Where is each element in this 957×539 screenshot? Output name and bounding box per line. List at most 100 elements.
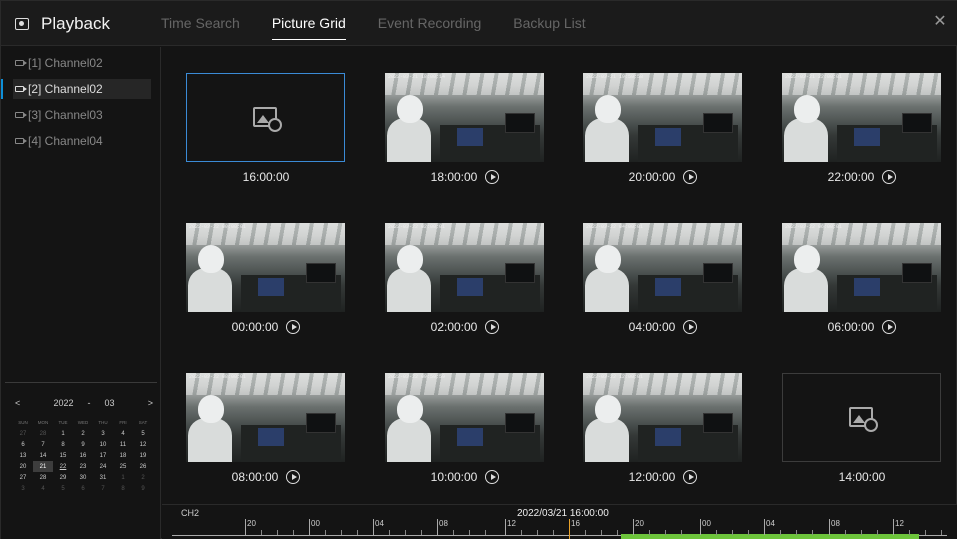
calendar-month[interactable]: 03	[105, 398, 115, 408]
snapshot-thumbnail[interactable]: 2022-03-22 09:59:59	[385, 373, 544, 462]
snapshot-time: 16:00:00	[242, 170, 290, 184]
calendar-day[interactable]: 11	[113, 439, 133, 450]
calendar-day[interactable]: 27	[13, 428, 33, 439]
page-title: Playback	[41, 14, 110, 33]
calendar-day[interactable]: 15	[53, 450, 73, 461]
calendar: < 2022 - 03 > SUN MON TUE WED THU FRI SAT 27 28 1…	[13, 395, 155, 494]
play-icon[interactable]	[485, 470, 500, 484]
calendar-weekday: THU	[98, 420, 108, 425]
snapshot-thumbnail[interactable]: 2022-03-22 06:00:01	[782, 223, 941, 312]
play-icon[interactable]	[683, 320, 698, 334]
calendar-day[interactable]: 25	[113, 461, 133, 472]
calendar-day[interactable]: 2	[133, 472, 153, 483]
tab-backup-list[interactable]: Backup List	[497, 1, 601, 46]
calendar-day[interactable]: 28	[33, 472, 53, 483]
calendar-day[interactable]: 30	[73, 472, 93, 483]
snapshot-thumbnail[interactable]: 2022-03-21 22:00:01	[782, 73, 941, 162]
calendar-day[interactable]: 8	[113, 483, 133, 494]
calendar-day[interactable]: 9	[133, 483, 153, 494]
play-icon[interactable]	[683, 170, 698, 184]
timeline-minor-tick	[469, 530, 470, 535]
timeline-cursor[interactable]	[569, 519, 570, 539]
snapshot-thumbnail[interactable]: 2022-03-22 00:00:01	[186, 223, 345, 312]
snapshot-thumbnail[interactable]: 2022-03-22 02:00:01	[385, 223, 544, 312]
sidebar-item-channel-1[interactable]: [1] Channel02	[13, 53, 151, 73]
tab-event-recording[interactable]: Event Recording	[362, 1, 498, 46]
calendar-day[interactable]: 7	[33, 439, 53, 450]
calendar-day[interactable]: 8	[53, 439, 73, 450]
grid-cell: 2022-03-21 18:00:14 18:00:00	[385, 73, 545, 191]
playback-icon	[15, 18, 29, 30]
calendar-day[interactable]: 31	[93, 472, 113, 483]
snapshot-timestamp: 2022-03-22 12:00:01	[586, 374, 644, 380]
timeline-tick-label: 20	[245, 519, 256, 535]
calendar-day[interactable]: 3	[13, 483, 33, 494]
calendar-day[interactable]: 28	[33, 428, 53, 439]
calendar-next-button[interactable]: >	[148, 398, 153, 408]
timeline-minor-tick	[357, 530, 358, 535]
calendar-day[interactable]: 9	[73, 439, 93, 450]
empty-thumbnail[interactable]	[782, 373, 941, 462]
calendar-day[interactable]: 12	[133, 439, 153, 450]
calendar-day[interactable]: 23	[73, 461, 93, 472]
timeline-minor-tick	[909, 530, 910, 535]
calendar-day[interactable]: 24	[93, 461, 113, 472]
calendar-year[interactable]: 2022	[53, 398, 73, 408]
timeline-minor-tick	[389, 530, 390, 535]
empty-thumbnail[interactable]	[186, 73, 345, 162]
calendar-day[interactable]: 7	[93, 483, 113, 494]
calendar-day[interactable]: 14	[33, 450, 53, 461]
snapshot-thumbnail[interactable]: 2022-03-22 08:00:01	[186, 373, 345, 462]
calendar-day[interactable]: 13	[13, 450, 33, 461]
sidebar-item-channel-3[interactable]: [3] Channel03	[13, 105, 151, 125]
calendar-day[interactable]: 18	[113, 450, 133, 461]
play-icon[interactable]	[485, 320, 500, 334]
calendar-day[interactable]: 6	[13, 439, 33, 450]
play-icon[interactable]	[882, 320, 897, 334]
calendar-day[interactable]: 4	[113, 428, 133, 439]
calendar-day[interactable]: 5	[133, 428, 153, 439]
calendar-day[interactable]: 19	[133, 450, 153, 461]
play-icon[interactable]	[286, 470, 301, 484]
snapshot-timestamp: 2022-03-21 18:00:14	[388, 74, 446, 80]
calendar-day[interactable]: 22	[53, 461, 73, 472]
calendar-day[interactable]: 1	[113, 472, 133, 483]
calendar-day[interactable]: 21	[33, 461, 53, 472]
calendar-prev-button[interactable]: <	[15, 398, 20, 408]
calendar-weekday: MON	[37, 420, 49, 425]
calendar-day[interactable]: 3	[93, 428, 113, 439]
close-icon[interactable]: ✕	[932, 14, 948, 30]
sidebar-item-channel-2[interactable]: [2] Channel02	[1, 79, 151, 99]
calendar-day[interactable]: 26	[133, 461, 153, 472]
play-icon[interactable]	[882, 170, 897, 184]
sidebar-item-channel-4[interactable]: [4] Channel04	[13, 131, 151, 151]
calendar-day[interactable]: 16	[73, 450, 93, 461]
tab-time-search[interactable]: Time Search	[161, 1, 256, 46]
grid-cell: 2022-03-22 09:59:59 10:00:00	[385, 373, 545, 491]
calendar-day[interactable]: 1	[53, 428, 73, 439]
play-icon[interactable]	[683, 470, 698, 484]
calendar-day[interactable]: 27	[13, 472, 33, 483]
time-label-row: 12:00:00	[583, 463, 743, 491]
timeline-channel: CH2	[181, 508, 200, 518]
snapshot-thumbnail[interactable]: 2022-03-22 12:00:01	[583, 373, 742, 462]
tab-picture-grid[interactable]: Picture Grid	[256, 1, 362, 46]
timeline-minor-tick	[485, 530, 486, 535]
calendar-weekday: WED	[77, 420, 89, 425]
calendar-day[interactable]: 5	[53, 483, 73, 494]
snapshot-thumbnail[interactable]: 2022-03-21 18:00:14	[385, 73, 544, 162]
calendar-day[interactable]: 20	[13, 461, 33, 472]
snapshot-thumbnail[interactable]: 2022-03-22 04:00:01	[583, 223, 742, 312]
play-icon[interactable]	[485, 170, 500, 184]
calendar-day[interactable]: 2	[73, 428, 93, 439]
calendar-day[interactable]: 17	[93, 450, 113, 461]
calendar-day[interactable]: 29	[53, 472, 73, 483]
calendar-day[interactable]: 4	[33, 483, 53, 494]
calendar-day[interactable]: 6	[73, 483, 93, 494]
calendar-separator: -	[87, 398, 91, 408]
timeline-minor-tick	[341, 530, 342, 535]
calendar-day[interactable]: 10	[93, 439, 113, 450]
timeline[interactable]: CH2 2022/03/21 16:00:00 20 00 04 08 12 16 20 00…	[162, 504, 957, 539]
snapshot-thumbnail[interactable]: 2022-03-21 19:59:58	[583, 73, 742, 162]
play-icon[interactable]	[286, 320, 301, 334]
